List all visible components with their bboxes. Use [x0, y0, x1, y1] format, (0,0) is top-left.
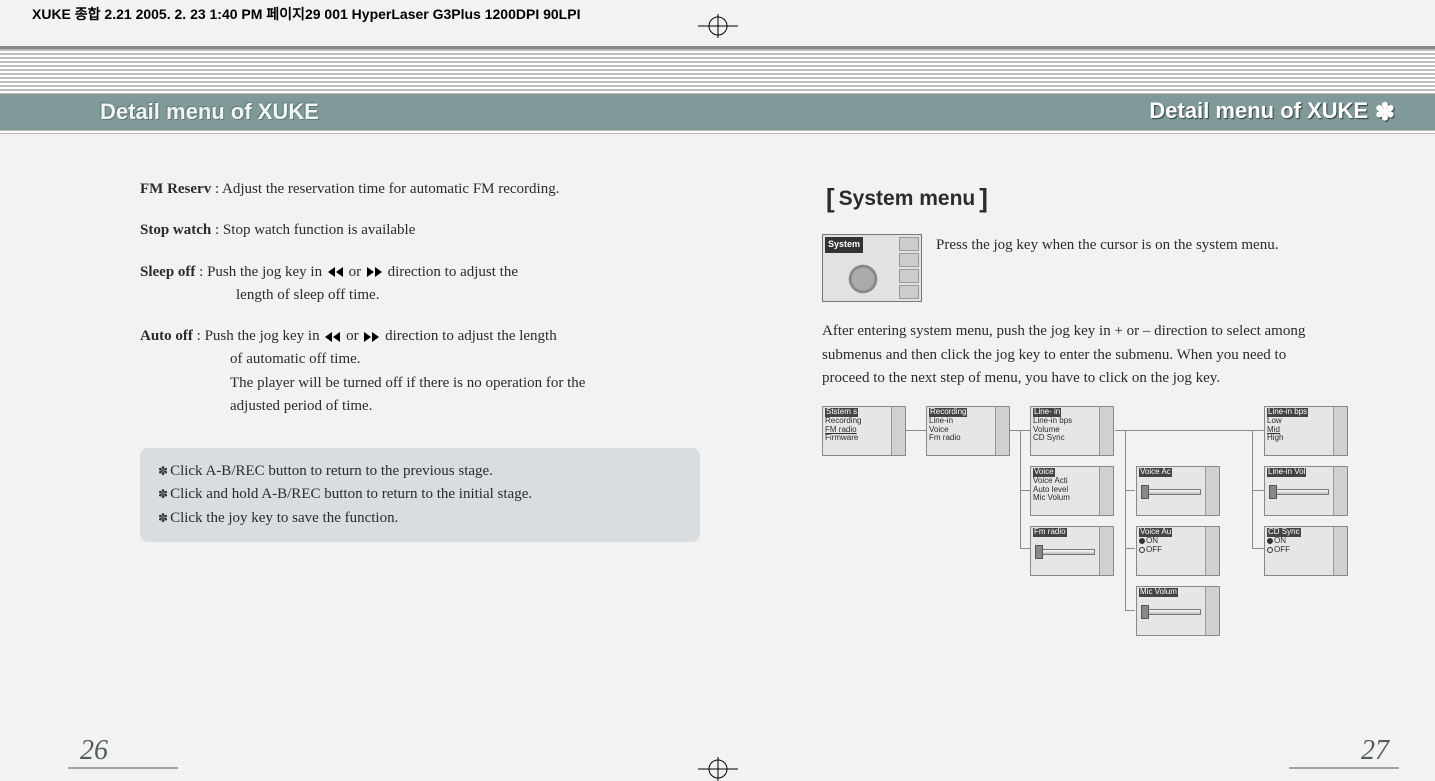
page-left: FM Reserv : Adjust the reservation time … — [68, 160, 736, 739]
lcd-side-icons — [899, 237, 919, 299]
mini-voice: Voice Voice Acti Auto level Mic Volum — [1030, 466, 1114, 516]
lcd-system-screen: System — [822, 234, 922, 302]
forward-icon — [367, 267, 382, 277]
label-stop-watch: Stop watch — [140, 222, 211, 238]
mini-linein: Line- in Line-in bps Volume CD Sync — [1030, 406, 1114, 456]
label-sleep-off: Sleep off — [140, 264, 195, 280]
page-right: [System menu] System Press the jog key w… — [792, 160, 1399, 739]
system-paragraph: After entering system menu, push the jog… — [822, 320, 1329, 390]
item-sleep-off: Sleep off : Push the jog key in or direc… — [140, 261, 700, 308]
mini-voice-au: Voice Au ON OFF — [1136, 526, 1220, 576]
page-number-left: 26 — [80, 735, 108, 767]
mini-cd-sync: CD Sync ON OFF — [1264, 526, 1348, 576]
mini-recording: Recording Line-in Voice Fm radio — [926, 406, 1010, 456]
printer-meta-text: XUKE 종합 2.21 2005. 2. 23 1:40 PM 페이지29 0… — [32, 4, 580, 24]
crop-mark-bottom — [698, 757, 738, 781]
intro-text: Press the jog key when the cursor is on … — [936, 234, 1329, 302]
mini-voice-ac: Voice Ac — [1136, 466, 1220, 516]
section-heading: [System menu] — [822, 178, 1329, 218]
crop-mark-top — [698, 14, 738, 38]
page-number-underline-right — [1289, 767, 1399, 769]
mini-mic-vol: Mic Volum — [1136, 586, 1220, 636]
forward-icon — [364, 332, 379, 342]
lcd-system-label: System — [825, 237, 863, 253]
note-2: Click and hold A-B/REC button to return … — [158, 483, 682, 506]
mini-root: Ststem s Recording FM radio Firmware — [822, 406, 906, 456]
label-fm-reserv: FM Reserv — [140, 181, 211, 197]
title-right: Detail menu of XUKE ✽ — [1149, 98, 1395, 127]
gear-icon — [843, 259, 883, 299]
note-3: Click the joy key to save the function. — [158, 507, 682, 530]
item-fm-reserv: FM Reserv : Adjust the reservation time … — [140, 178, 700, 201]
mini-linein-bps: Line-in bps Low Mid High — [1264, 406, 1348, 456]
mini-fmradio: Fm radio — [1030, 526, 1114, 576]
item-auto-off: Auto off : Push the jog key in or direct… — [140, 325, 700, 418]
page-number-right: 27 — [1361, 735, 1389, 767]
title-left: Detail menu of XUKE — [100, 99, 319, 125]
note-1: Click A-B/REC button to return to the pr… — [158, 460, 682, 483]
item-stop-watch: Stop watch : Stop watch function is avai… — [140, 219, 700, 242]
note-box: Click A-B/REC button to return to the pr… — [140, 448, 700, 542]
mini-linein-vol: Line-in Vol — [1264, 466, 1348, 516]
title-bar: Detail menu of XUKE Detail menu of XUKE … — [0, 94, 1435, 130]
submenu-tree: Ststem s Recording FM radio Firmware Rec… — [822, 406, 1329, 646]
rewind-icon — [325, 332, 340, 342]
label-auto-off: Auto off — [140, 328, 193, 344]
rewind-icon — [328, 267, 343, 277]
page-number-underline-left — [68, 767, 178, 769]
